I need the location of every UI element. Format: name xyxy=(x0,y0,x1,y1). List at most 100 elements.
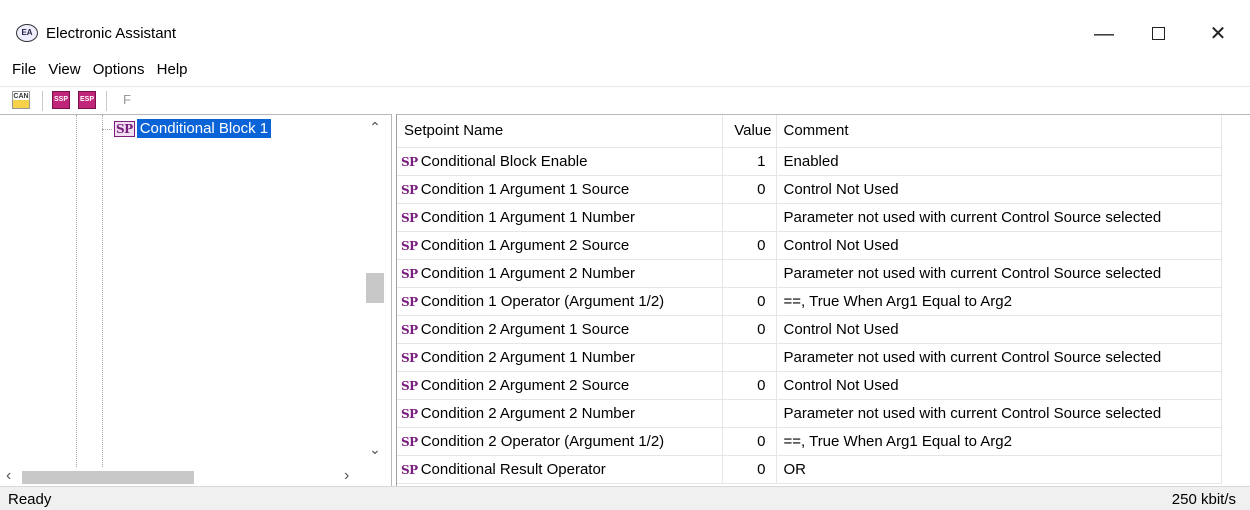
toolbar-separator xyxy=(106,91,107,111)
setpoint-comment-cell: Parameter not used with current Control … xyxy=(776,343,1222,372)
table-row[interactable]: SP Condition 2 Argument 2 Source 0 Control … xyxy=(397,371,1222,400)
table-row[interactable]: SP Condition 2 Operator (Argument 1/2) 0 ==… xyxy=(397,427,1222,456)
setpoint-value-cell[interactable]: 0 xyxy=(722,427,777,456)
tree-node-conditional-block-1[interactable]: SP Conditional Block 1 xyxy=(114,119,272,139)
setpoint-name-cell[interactable]: SP Condition 2 Argument 1 Number xyxy=(397,343,723,372)
table-row[interactable]: SP Condition 1 Argument 2 Number Parameter… xyxy=(397,259,1222,288)
flash-icon[interactable]: F xyxy=(118,91,136,109)
table-row[interactable]: SP Conditional Result Operator 0 OR xyxy=(397,455,1222,484)
table-row[interactable]: SP Condition 1 Operator (Argument 1/2) 0 ==… xyxy=(397,287,1222,316)
setpoint-name-cell[interactable]: SP Condition 1 Argument 2 Source xyxy=(397,231,723,260)
setpoint-icon: SP xyxy=(401,294,418,309)
minimize-button[interactable]: — xyxy=(1082,20,1126,48)
setpoint-name: Condition 1 Argument 1 Source xyxy=(420,180,630,198)
can-connect-icon[interactable]: CAN xyxy=(12,91,30,109)
table-row[interactable]: SP Condition 2 Argument 2 Number Parameter… xyxy=(397,399,1222,428)
table-row[interactable]: SP Condition 2 Argument 1 Source 0 Control … xyxy=(397,315,1222,344)
scrollbar-thumb[interactable] xyxy=(366,273,384,303)
app-logo-icon: EA xyxy=(16,24,38,42)
table-row[interactable]: SP Condition 1 Argument 1 Source 0 Control … xyxy=(397,175,1222,204)
scroll-left-icon[interactable]: ‹ xyxy=(6,467,11,485)
save-setpoints-icon[interactable]: SSP xyxy=(52,91,70,109)
tree-node-label: Conditional Block 1 xyxy=(136,119,272,138)
setpoint-value-cell[interactable] xyxy=(722,399,777,428)
column-header-setpoint-name[interactable]: Setpoint Name xyxy=(397,115,723,148)
setpoint-comment-cell: Parameter not used with current Control … xyxy=(776,203,1222,232)
setpoint-icon: SP xyxy=(401,182,418,197)
setpoint-icon: SP xyxy=(401,154,418,169)
menu-bar: File View Options Help xyxy=(0,56,1250,86)
setpoint-name-cell[interactable]: SP Conditional Result Operator xyxy=(397,455,723,484)
setpoint-tree[interactable]: SP Conditional Block 1 ⌃ ⌄ ‹ › xyxy=(0,114,392,486)
setpoint-name-cell[interactable]: SP Condition 1 Argument 2 Number xyxy=(397,259,723,288)
setpoint-icon: SP xyxy=(401,462,418,477)
setpoint-value-cell[interactable] xyxy=(722,259,777,288)
maximize-button[interactable] xyxy=(1136,20,1180,48)
setpoint-name-cell[interactable]: SP Condition 2 Argument 2 Number xyxy=(397,399,723,428)
table-row[interactable]: SP Conditional Block Enable 1 Enabled xyxy=(397,147,1222,176)
tree-horizontal-scrollbar[interactable]: ‹ › xyxy=(0,467,362,486)
maximize-icon xyxy=(1151,26,1165,40)
scrollbar-thumb[interactable] xyxy=(22,471,194,484)
export-setpoints-icon[interactable]: ESP xyxy=(78,91,96,109)
setpoint-name-cell[interactable]: SP Condition 1 Argument 1 Source xyxy=(397,175,723,204)
setpoint-comment-cell: ==, True When Arg1 Equal to Arg2 xyxy=(776,427,1222,456)
setpoint-name: Condition 2 Argument 1 Number xyxy=(420,348,635,366)
menu-view[interactable]: View xyxy=(44,56,84,78)
tree-vertical-scrollbar[interactable]: ⌃ ⌄ xyxy=(362,115,388,467)
setpoint-value-cell[interactable]: 0 xyxy=(722,371,777,400)
setpoint-icon: SP xyxy=(401,350,418,365)
menu-file[interactable]: File xyxy=(0,56,40,78)
setpoint-value-cell[interactable]: 0 xyxy=(722,175,777,204)
title-bar: EA Electronic Assistant — ✕ xyxy=(0,0,1250,56)
setpoint-value-cell[interactable]: 0 xyxy=(722,315,777,344)
table-row[interactable]: SP Condition 1 Argument 2 Source 0 Control … xyxy=(397,231,1222,260)
setpoint-comment-cell: OR xyxy=(776,455,1222,484)
setpoint-name: Condition 1 Operator (Argument 1/2) xyxy=(420,292,665,310)
setpoint-icon: SP xyxy=(401,406,418,421)
column-header-value[interactable]: Value xyxy=(722,115,777,148)
setpoint-comment-cell: ==, True When Arg1 Equal to Arg2 xyxy=(776,287,1222,316)
setpoint-name: Condition 1 Argument 2 Source xyxy=(420,236,630,254)
setpoint-name: Condition 1 Argument 2 Number xyxy=(420,264,635,282)
close-button[interactable]: ✕ xyxy=(1196,20,1240,48)
setpoint-name-cell[interactable]: SP Conditional Block Enable xyxy=(397,147,723,176)
scroll-up-icon[interactable]: ⌃ xyxy=(362,119,388,136)
scroll-right-icon[interactable]: › xyxy=(344,467,349,485)
menu-help[interactable]: Help xyxy=(153,56,192,78)
table-row[interactable]: SP Condition 1 Argument 1 Number Parameter… xyxy=(397,203,1222,232)
setpoint-name-cell[interactable]: SP Condition 2 Operator (Argument 1/2) xyxy=(397,427,723,456)
toolbar-separator xyxy=(42,91,43,111)
setpoint-comment-cell: Parameter not used with current Control … xyxy=(776,259,1222,288)
setpoint-icon: SP xyxy=(114,120,135,137)
setpoint-name-cell[interactable]: SP Condition 1 Operator (Argument 1/2) xyxy=(397,287,723,316)
setpoint-value-cell[interactable]: 1 xyxy=(722,147,777,176)
setpoint-name: Condition 2 Argument 2 Number xyxy=(420,404,635,422)
setpoint-icon: SP xyxy=(401,378,418,393)
grid-header-row: Setpoint Name Value Comment xyxy=(397,115,1222,148)
table-row[interactable]: SP Condition 2 Argument 1 Number Parameter… xyxy=(397,343,1222,372)
setpoint-name: Condition 2 Argument 2 Source xyxy=(420,376,630,394)
baud-rate: 250 kbit/s xyxy=(1171,491,1236,508)
status-bar: Ready 250 kbit/s xyxy=(0,486,1250,510)
setpoint-name: Conditional Result Operator xyxy=(420,460,606,478)
tree-guide-line xyxy=(76,115,77,467)
setpoint-value-cell[interactable]: 0 xyxy=(722,287,777,316)
setpoint-grid: Setpoint Name Value Comment SP Conditiona… xyxy=(397,115,1222,484)
setpoint-icon: SP xyxy=(401,266,418,281)
column-header-comment[interactable]: Comment xyxy=(776,115,1222,148)
menu-options[interactable]: Options xyxy=(89,56,149,78)
setpoint-icon: SP xyxy=(401,210,418,225)
setpoint-value-cell[interactable]: 0 xyxy=(722,231,777,260)
window-title: Electronic Assistant xyxy=(46,25,177,42)
setpoint-value-cell[interactable]: 0 xyxy=(722,455,777,484)
setpoint-name-cell[interactable]: SP Condition 1 Argument 1 Number xyxy=(397,203,723,232)
setpoint-value-cell[interactable] xyxy=(722,343,777,372)
setpoint-name-cell[interactable]: SP Condition 2 Argument 1 Source xyxy=(397,315,723,344)
scroll-down-icon[interactable]: ⌄ xyxy=(362,441,388,458)
setpoint-value-cell[interactable] xyxy=(722,203,777,232)
setpoint-name: Condition 1 Argument 1 Number xyxy=(420,208,635,226)
setpoint-grid-panel: Setpoint Name Value Comment SP Conditiona… xyxy=(396,114,1250,486)
setpoint-name-cell[interactable]: SP Condition 2 Argument 2 Source xyxy=(397,371,723,400)
setpoint-name: Condition 2 Argument 1 Source xyxy=(420,320,630,338)
